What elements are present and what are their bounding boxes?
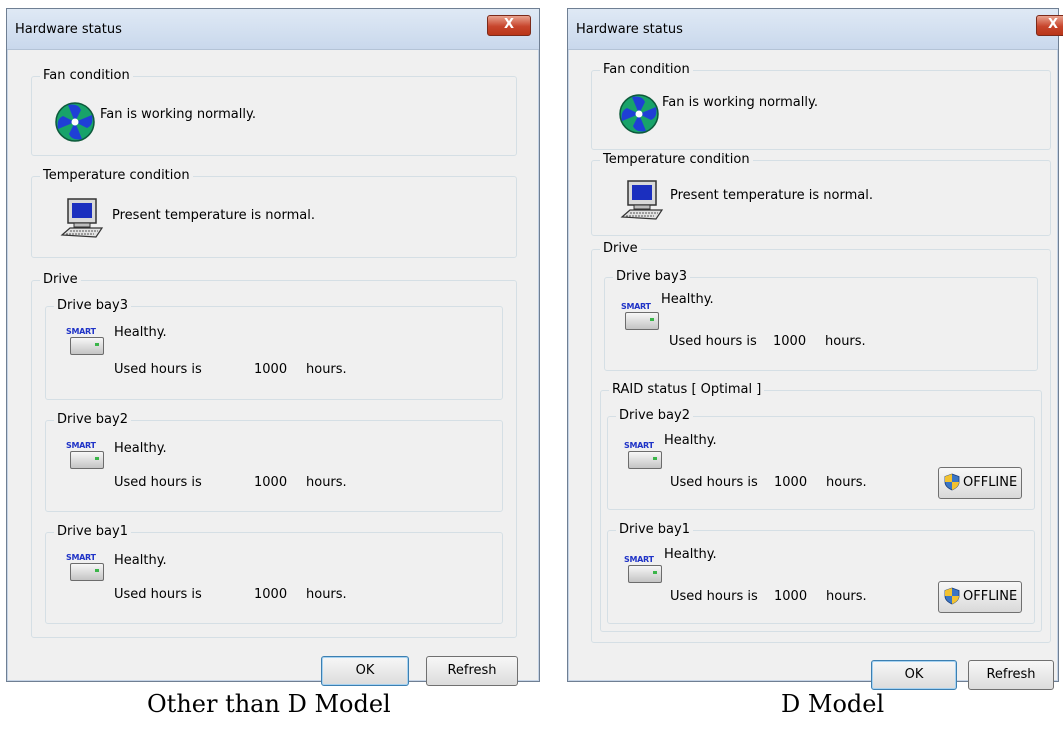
- used-hours-value: 1000: [254, 362, 288, 377]
- smart-drive-icon: SMART: [621, 302, 659, 332]
- smart-drive-icon: SMART: [624, 441, 662, 471]
- smart-drive-icon: SMART: [66, 327, 104, 357]
- group-label: Drive: [600, 241, 641, 256]
- fan-status-text: Fan is working normally.: [662, 95, 818, 110]
- raid-status-group: RAID status [ Optimal ] Drive bay2 SMART…: [600, 382, 1042, 632]
- hardware-status-window-d-model: Hardware status X Fan condition Fan is w…: [567, 8, 1063, 690]
- temperature-condition-group: Temperature condition Present temperatur…: [31, 168, 517, 258]
- drive-bay3-group: Drive bay3 SMART Healthy. Used hours is …: [45, 298, 503, 400]
- raid-status-label: RAID status [ Optimal ]: [609, 382, 765, 397]
- temperature-status-text: Present temperature is normal.: [112, 208, 315, 223]
- fan-condition-group: Fan condition Fan is working normally.: [591, 62, 1051, 150]
- drive-bay-label: Drive bay2: [616, 408, 693, 423]
- used-hours-unit: hours.: [306, 587, 347, 602]
- ok-button[interactable]: OK: [321, 656, 409, 686]
- smart-drive-icon: SMART: [66, 441, 104, 471]
- used-hours-label: Used hours is: [114, 475, 202, 490]
- refresh-button[interactable]: Refresh: [968, 660, 1054, 690]
- used-hours-label: Used hours is: [114, 587, 202, 602]
- drive-bay-label: Drive bay1: [616, 522, 693, 537]
- group-label: Temperature condition: [600, 152, 753, 167]
- drive-health-text: Healthy.: [114, 553, 167, 568]
- offline-button[interactable]: OFFLINE: [938, 467, 1022, 499]
- drive-group: Drive Drive bay3 SMART Healthy. Used hou…: [591, 241, 1051, 643]
- uac-shield-icon: [944, 587, 960, 605]
- offline-button[interactable]: OFFLINE: [938, 581, 1022, 613]
- used-hours-value: 1000: [254, 475, 288, 490]
- drive-bay-label: Drive bay3: [54, 298, 131, 313]
- title-bar: Hardware status X: [7, 9, 539, 50]
- smart-drive-icon: SMART: [624, 555, 662, 585]
- drive-health-text: Healthy.: [664, 433, 717, 448]
- used-hours-value: 1000: [254, 587, 288, 602]
- close-button[interactable]: X: [1036, 15, 1063, 36]
- drive-health-text: Healthy.: [661, 292, 714, 307]
- drive-bay1-group: Drive bay1 SMART Healthy. Used hours is …: [607, 522, 1035, 624]
- used-hours-unit: hours.: [826, 589, 867, 604]
- fan-status-text: Fan is working normally.: [100, 107, 256, 122]
- used-hours-value: 1000: [774, 475, 808, 490]
- computer-icon: [620, 180, 664, 220]
- drive-health-text: Healthy.: [114, 325, 167, 340]
- used-hours-unit: hours.: [306, 475, 347, 490]
- used-hours-value: 1000: [773, 334, 807, 349]
- group-label: Temperature condition: [40, 168, 193, 183]
- window-title: Hardware status: [576, 22, 683, 37]
- group-label: Fan condition: [600, 62, 693, 77]
- drive-bay1-group: Drive bay1 SMART Healthy. Used hours is …: [45, 524, 503, 624]
- drive-bay-label: Drive bay1: [54, 524, 131, 539]
- fan-condition-group: Fan condition Fan is working normally.: [31, 68, 517, 156]
- caption-d-model: D Model: [781, 690, 885, 718]
- computer-icon: [60, 198, 104, 238]
- refresh-button[interactable]: Refresh: [426, 656, 518, 686]
- used-hours-label: Used hours is: [669, 334, 757, 349]
- title-bar: Hardware status X: [568, 9, 1063, 50]
- close-button[interactable]: X: [487, 15, 531, 36]
- drive-health-text: Healthy.: [664, 547, 717, 562]
- used-hours-value: 1000: [774, 589, 808, 604]
- used-hours-unit: hours.: [825, 334, 866, 349]
- drive-bay2-group: Drive bay2 SMART Healthy. Used hours is …: [607, 408, 1035, 510]
- used-hours-label: Used hours is: [670, 589, 758, 604]
- group-label: Fan condition: [40, 68, 133, 83]
- group-label: Drive: [40, 272, 81, 287]
- uac-shield-icon: [944, 473, 960, 491]
- drive-bay2-group: Drive bay2 SMART Healthy. Used hours is …: [45, 412, 503, 512]
- used-hours-label: Used hours is: [670, 475, 758, 490]
- used-hours-unit: hours.: [826, 475, 867, 490]
- smart-drive-icon: SMART: [66, 553, 104, 583]
- hardware-status-window-other: Hardware status X Fan condition Fan is w…: [6, 8, 540, 686]
- temperature-condition-group: Temperature condition Present temperatur…: [591, 152, 1051, 236]
- caption-other-model: Other than D Model: [147, 690, 391, 718]
- drive-bay-label: Drive bay2: [54, 412, 131, 427]
- fan-icon: [55, 102, 95, 142]
- drive-bay-label: Drive bay3: [613, 269, 690, 284]
- temperature-status-text: Present temperature is normal.: [670, 188, 873, 203]
- window-title: Hardware status: [15, 22, 122, 37]
- drive-health-text: Healthy.: [114, 441, 167, 456]
- fan-icon: [619, 94, 659, 134]
- used-hours-label: Used hours is: [114, 362, 202, 377]
- used-hours-unit: hours.: [306, 362, 347, 377]
- offline-label: OFFLINE: [963, 589, 1018, 604]
- drive-bay3-group: Drive bay3 SMART Healthy. Used hours is …: [604, 269, 1038, 371]
- drive-group: Drive Drive bay3 SMART Healthy. Used hou…: [31, 272, 517, 638]
- offline-label: OFFLINE: [963, 475, 1018, 490]
- ok-button[interactable]: OK: [871, 660, 957, 690]
